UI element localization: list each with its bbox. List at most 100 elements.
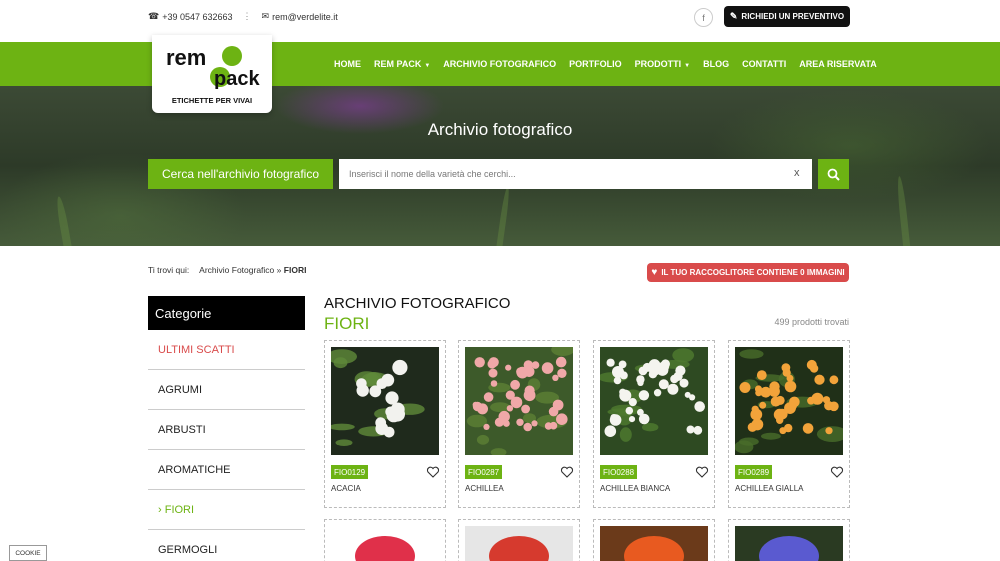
product-photo[interactable] (331, 347, 439, 455)
product-code-badge: FIO0288 (600, 465, 638, 479)
product-code-badge: FIO0289 (735, 465, 773, 479)
product-card[interactable]: FIO0129 ACACIA (324, 340, 446, 508)
product-card[interactable]: FIO0287 ACHILLEA (458, 340, 580, 508)
product-card[interactable] (728, 519, 850, 561)
request-quote-label: RICHIEDI UN PREVENTIVO (741, 12, 845, 21)
heart-outline-icon[interactable] (830, 465, 844, 479)
search-button[interactable] (818, 159, 849, 189)
nav-item-archivio-fotografico[interactable]: ARCHIVIO FOTOGRAFICO (443, 59, 556, 69)
hero-title: Archivio fotografico (427, 120, 573, 139)
email-link[interactable]: rem@verdelite.it (272, 12, 338, 22)
product-code-badge: FIO0287 (465, 465, 503, 479)
categories-heading: Categorie (148, 296, 305, 330)
top-bar: ☎ +39 0547 632663 ⋮ ✉ rem@verdelite.it f… (0, 0, 1000, 42)
search-icon (827, 168, 840, 181)
nav-item-contatti[interactable]: CONTATTI (742, 59, 786, 69)
cookie-button[interactable]: COOKIE (9, 545, 47, 561)
facebook-icon[interactable]: f (694, 8, 713, 27)
svg-text:pack: pack (214, 68, 260, 90)
nav-item-label: PORTFOLIO (569, 59, 622, 69)
page-subtitle: FIORI (324, 314, 370, 333)
contact-separator: ⋮ (242, 11, 252, 21)
phone-icon: ☎ (148, 11, 160, 21)
nav-item-label: AREA RISERVATA (799, 59, 877, 69)
request-quote-button[interactable]: ✎ RICHIEDI UN PREVENTIVO (724, 6, 850, 27)
sidebar-item-ultimi-scatti[interactable]: ULTIMI SCATTI (148, 330, 305, 370)
product-card[interactable] (458, 519, 580, 561)
product-photo[interactable] (735, 347, 843, 455)
product-photo[interactable] (600, 526, 708, 561)
product-name[interactable]: ACHILLEA GIALLA (735, 484, 803, 493)
product-photo-frame[interactable] (465, 347, 573, 455)
product-name[interactable]: ACACIA (331, 484, 361, 493)
nav-item-label: CONTATTI (742, 59, 787, 69)
sidebar-item-agrumi[interactable]: AGRUMI (148, 370, 305, 410)
flower-shape (355, 536, 415, 561)
heart-icon: ♥ (651, 267, 658, 278)
heart-outline-icon[interactable] (560, 465, 574, 479)
breadcrumb-label: Ti trovi qui: (148, 265, 190, 275)
nav-item-blog[interactable]: BLOG (703, 59, 729, 69)
nav-item-label: HOME (334, 59, 361, 69)
breadcrumb-separator: » (276, 265, 282, 275)
nav-item-label: PRODOTTI (634, 59, 682, 69)
breadcrumb-parent-link[interactable]: Archivio Fotografico (199, 265, 274, 275)
hero-banner: Archivio fotografico Cerca nell'archivio… (0, 86, 1000, 246)
pencil-icon: ✎ (729, 11, 738, 21)
collector-button[interactable]: ♥ IL TUO RACCOGLITORE CONTIENE 0 IMMAGIN… (647, 263, 849, 282)
mail-icon: ✉ (261, 11, 270, 21)
flower-shape (489, 536, 549, 561)
hero-leaf (54, 195, 74, 246)
breadcrumb-current: FIORI (283, 265, 307, 275)
nav-item-home[interactable]: HOME (334, 59, 361, 69)
facebook-label: f (702, 12, 705, 23)
nav-item-area-riservata[interactable]: AREA RISERVATA (799, 59, 877, 69)
phone-number[interactable]: +39 0547 632663 (162, 12, 232, 22)
main-nav: HOME REM PACK ▼ ARCHIVIO FOTOGRAFICO PORTFOL… (0, 42, 1000, 86)
flower-shape (759, 536, 819, 561)
sidebar-item-arbusti[interactable]: ARBUSTI (148, 410, 305, 450)
product-card[interactable]: FIO0288 ACHILLEA BIANCA (593, 340, 715, 508)
product-photo-frame[interactable] (735, 347, 843, 455)
categories-list: ULTIMI SCATTI AGRUMI ARBUSTI AROMATICHE › FI… (148, 330, 305, 561)
clear-icon[interactable]: x (794, 167, 800, 179)
product-card[interactable] (324, 519, 446, 561)
nav-item-label: BLOG (703, 59, 730, 69)
product-photo[interactable] (600, 347, 708, 455)
product-photo-frame[interactable] (600, 347, 708, 455)
nav-item-portfolio[interactable]: PORTFOLIO (569, 59, 622, 69)
nav-item-label: ARCHIVIO FOTOGRAFICO (443, 59, 557, 69)
results-count: 499 prodotti trovati (774, 317, 849, 327)
contact-info: ☎ +39 0547 632663 ⋮ ✉ rem@verdelite.it (148, 11, 338, 22)
heart-outline-icon[interactable] (695, 465, 709, 479)
sidebar-item-fiori[interactable]: › FIORI (148, 490, 305, 530)
caret-down-icon: ▼ (684, 63, 691, 69)
product-photo[interactable] (465, 526, 573, 561)
flower-shape (624, 536, 684, 561)
page-title: ARCHIVIO FOTOGRAFICO (324, 295, 511, 312)
product-name[interactable]: ACHILLEA BIANCA (600, 484, 670, 493)
heart-outline-icon[interactable] (426, 465, 440, 479)
nav-list: HOME REM PACK ▼ ARCHIVIO FOTOGRAFICO PORTFOL… (334, 42, 890, 86)
product-photo[interactable] (331, 526, 439, 561)
svg-text:rem: rem (166, 45, 206, 70)
product-card[interactable]: FIO0289 ACHILLEA GIALLA (728, 340, 850, 508)
hero-leaf (495, 185, 511, 246)
sidebar-item-germogli[interactable]: GERMOGLI (148, 530, 305, 561)
logo[interactable]: rem pack ETICHETTE PER VIVAI (152, 35, 272, 113)
search-label: Cerca nell'archivio fotografico (148, 159, 333, 189)
nav-item-prodotti[interactable]: PRODOTTI ▼ (635, 59, 690, 69)
product-photo[interactable] (465, 347, 573, 455)
nav-item-rem-pack[interactable]: REM PACK ▼ (374, 59, 430, 69)
collector-label: IL TUO RACCOGLITORE CONTIENE 0 IMMAGINI (661, 268, 845, 277)
logo-tagline: ETICHETTE PER VIVAI (171, 96, 253, 105)
sidebar-item-aromatiche[interactable]: AROMATICHE (148, 450, 305, 490)
caret-down-icon: ▼ (424, 63, 431, 69)
product-photo[interactable] (735, 526, 843, 561)
product-code-badge: FIO0129 (331, 465, 369, 479)
product-name[interactable]: ACHILLEA (465, 484, 504, 493)
product-photo-frame[interactable] (331, 347, 439, 455)
product-card[interactable] (593, 519, 715, 561)
nav-item-label: REM PACK (374, 59, 422, 69)
search-input[interactable] (339, 159, 812, 189)
